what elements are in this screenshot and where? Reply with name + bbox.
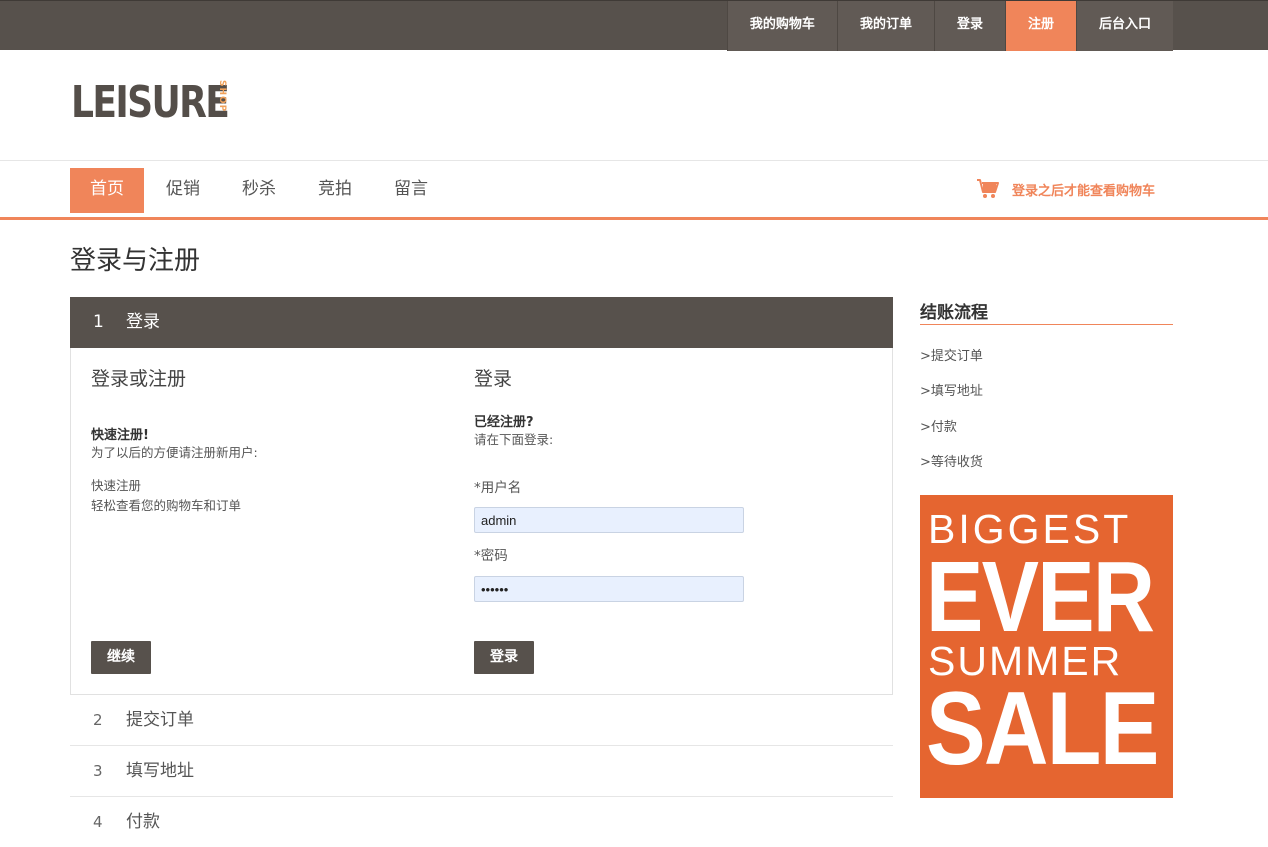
quick-register-heading: 快速注册! (91, 428, 149, 443)
promo-line-4: SALE (926, 671, 1159, 787)
step-login-header[interactable]: 1 登录 (70, 297, 893, 348)
step-fill-address[interactable]: 3 填写地址 (70, 746, 893, 797)
register-line-2: 轻松查看您的购物车和订单 (91, 498, 242, 513)
logo-subtext: SHOP (217, 80, 227, 113)
promo-line-2: EVER (926, 541, 1155, 653)
step-payment[interactable]: 4 付款 (70, 797, 893, 847)
step-label: 付款 (126, 812, 160, 832)
sidebar-link-await-delivery[interactable]: >等待收货 (920, 451, 983, 470)
top-nav-admin[interactable]: 后台入口 (1075, 1, 1173, 51)
nav-auction[interactable]: 竞拍 (298, 168, 372, 213)
password-input[interactable] (474, 576, 744, 602)
shopping-cart-icon (977, 179, 999, 198)
main-nav: 首页 促销 秒杀 竞拍 留言 (70, 168, 450, 213)
nav-message[interactable]: 留言 (374, 168, 448, 213)
login-title: 登录 (474, 368, 513, 390)
password-label: *密码 (474, 548, 508, 564)
page-title: 登录与注册 (70, 246, 201, 276)
cart-notice[interactable]: 登录之后才能查看购物车 (976, 178, 1155, 200)
header-divider (0, 160, 1268, 161)
login-button[interactable]: 登录 (474, 641, 534, 674)
top-nav-login[interactable]: 登录 (933, 1, 1005, 51)
step-number: 3 (93, 762, 103, 780)
summer-sale-banner[interactable]: BIGGEST EVER SUMMER SALE (920, 495, 1173, 798)
step-label: 登录 (126, 312, 160, 332)
step-label: 填写地址 (126, 761, 194, 781)
register-description: 为了以后的方便请注册新用户: (91, 445, 258, 460)
username-input[interactable] (474, 507, 744, 533)
nav-flash-sale[interactable]: 秒杀 (222, 168, 296, 213)
step-number: 2 (93, 711, 103, 729)
top-nav-register[interactable]: 注册 (1004, 1, 1076, 51)
already-registered-heading: 已经注册? (474, 415, 534, 430)
register-title: 登录或注册 (91, 368, 187, 390)
top-nav-my-orders[interactable]: 我的订单 (836, 1, 934, 51)
continue-button[interactable]: 继续 (91, 641, 151, 674)
step-number: 1 (93, 312, 104, 332)
logo-text: LEISURE (71, 77, 230, 128)
step-submit-order[interactable]: 2 提交订单 (70, 695, 893, 746)
username-label: *用户名 (474, 480, 522, 496)
login-description: 请在下面登录: (474, 432, 554, 447)
sidebar-divider (920, 324, 1173, 325)
top-nav-my-cart[interactable]: 我的购物车 (726, 1, 837, 51)
register-line-1: 快速注册 (91, 478, 142, 493)
top-nav: 我的购物车 我的订单 登录 注册 后台入口 (726, 1, 1173, 51)
top-bar: 我的购物车 我的订单 登录 注册 后台入口 (0, 0, 1268, 51)
sidebar-link-fill-address[interactable]: >填写地址 (920, 380, 983, 399)
checkout-process-title: 结账流程 (920, 303, 988, 323)
nav-home[interactable]: 首页 (70, 168, 144, 213)
step-label: 提交订单 (126, 710, 194, 730)
site-logo[interactable]: LEISURE SHOP (71, 77, 230, 128)
nav-accent-line (0, 217, 1268, 220)
sidebar-link-submit-order[interactable]: >提交订单 (920, 345, 983, 364)
step-number: 4 (93, 813, 103, 831)
cart-notice-text: 登录之后才能查看购物车 (1012, 183, 1156, 199)
nav-promotion[interactable]: 促销 (146, 168, 220, 213)
step-login-panel: 登录或注册 快速注册! 为了以后的方便请注册新用户: 快速注册 轻松查看您的购物… (70, 348, 893, 695)
sidebar-link-payment[interactable]: >付款 (920, 416, 957, 435)
